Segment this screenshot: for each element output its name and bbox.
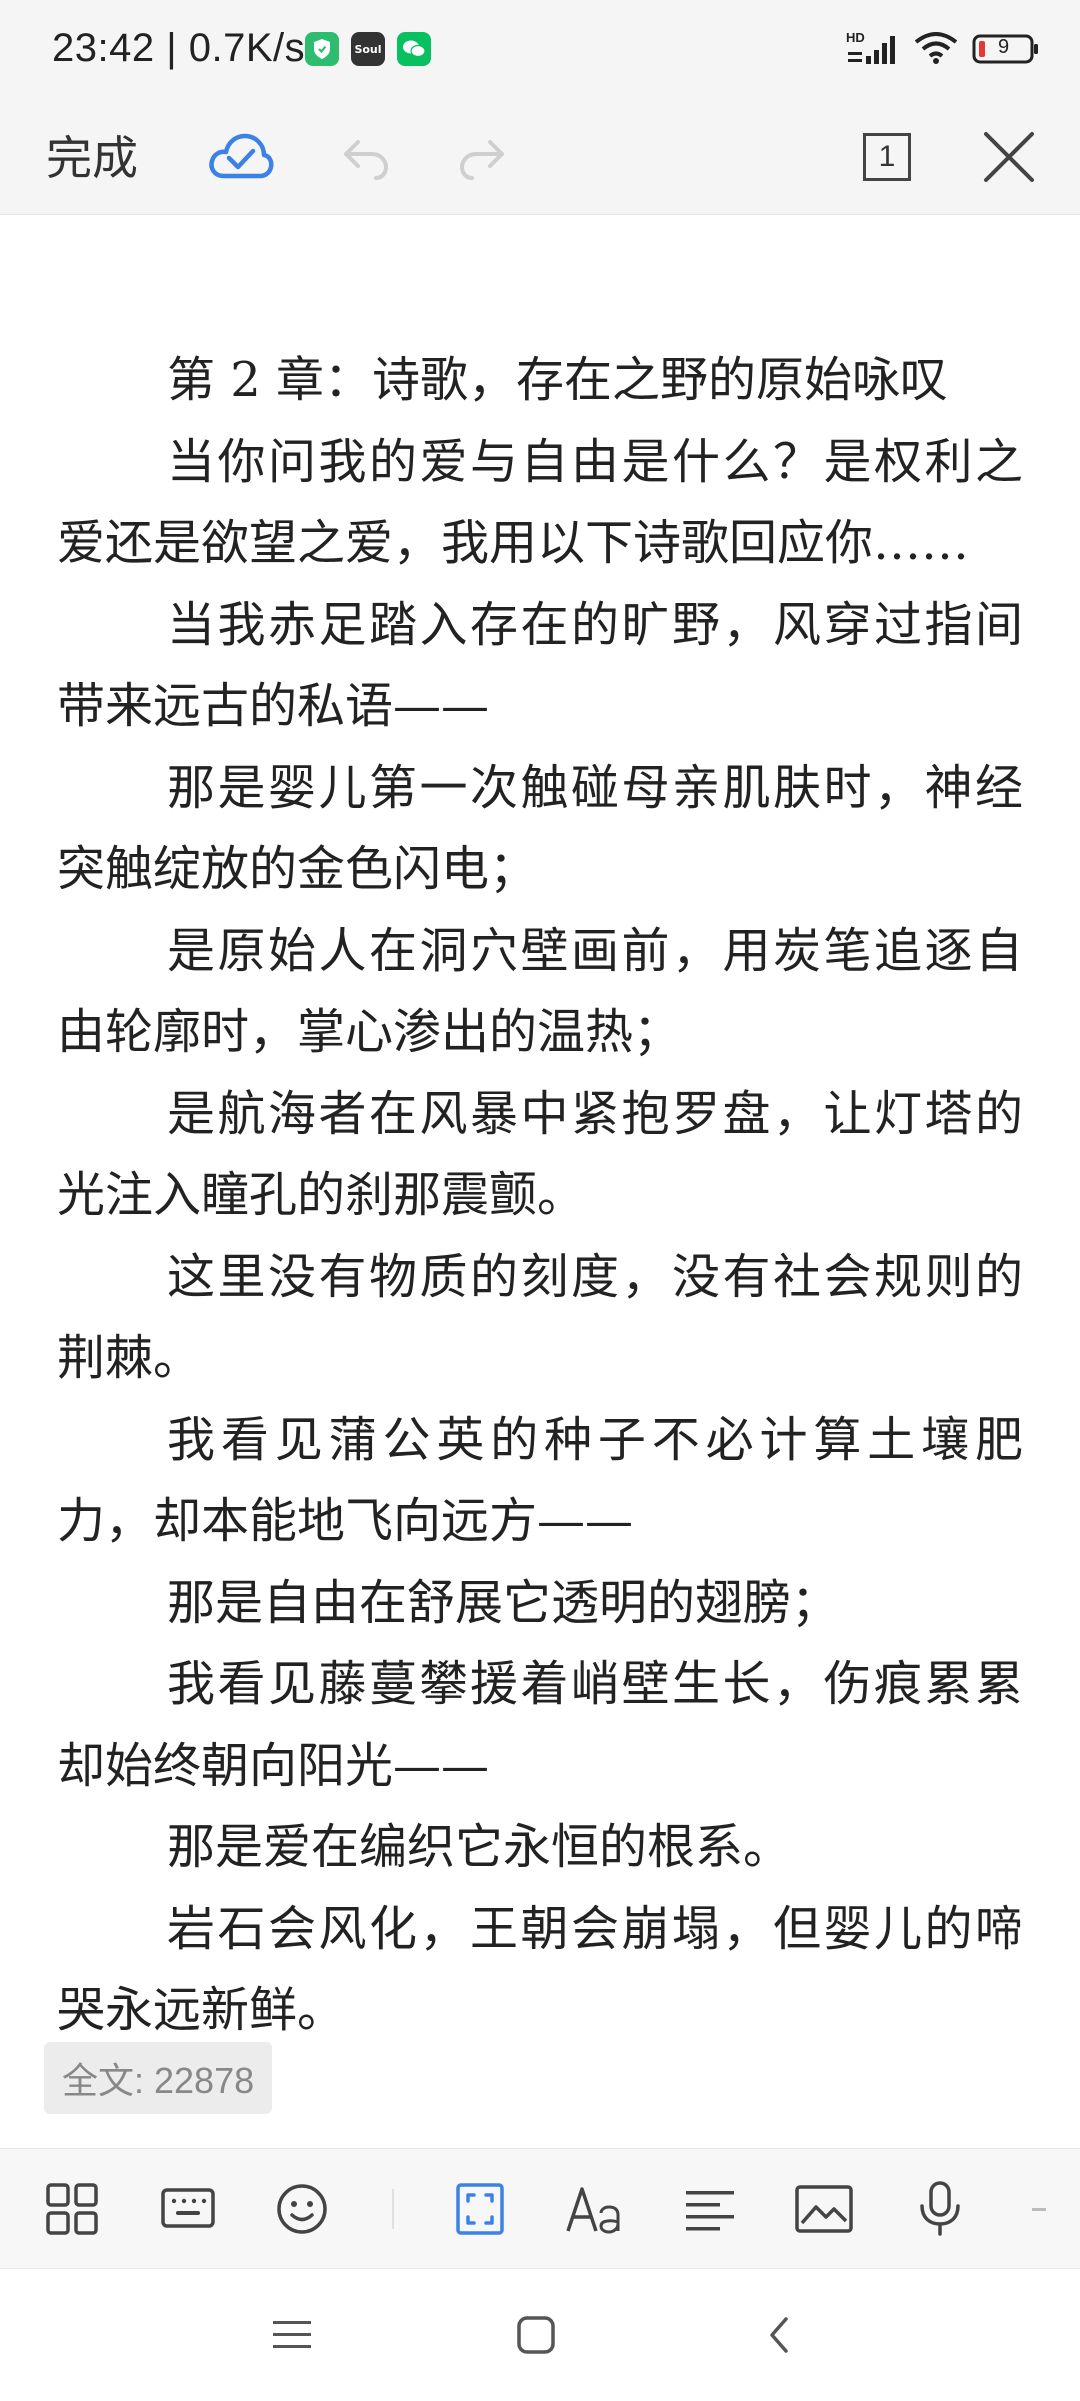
word-count-badge: 全文: 22878: [44, 2042, 273, 2114]
paragraph[interactable]: 这里没有物质的刻度，没有社会规则的荆棘。: [57, 1237, 1023, 1400]
network-speed: 0.7K/s: [188, 26, 306, 70]
paragraph[interactable]: 那是婴儿第一次触碰母亲肌肤时，神经突触绽放的金色闪电；: [57, 748, 1023, 911]
image-icon[interactable]: [792, 2177, 856, 2241]
status-right: HD 9: [846, 30, 1040, 68]
menu-icon[interactable]: [262, 2305, 322, 2365]
divider: [392, 2189, 394, 2229]
paragraph[interactable]: 我看见蒲公英的种子不必计算土壤肥力，却本能地飞向远方——: [57, 1400, 1023, 1563]
more-icon[interactable]: [1020, 2177, 1060, 2241]
paragraph[interactable]: 我看见藤蔓攀援着峭壁生长，伤痕累累却始终朝向阳光——: [57, 1644, 1023, 1807]
back-icon[interactable]: [750, 2305, 810, 2365]
shield-app-icon: [305, 32, 339, 66]
page-count: 1: [863, 133, 911, 181]
paragraph[interactable]: 当我赤足踏入存在的旷野，风穿过指间带来远古的私语——: [57, 585, 1023, 748]
wifi-icon: [914, 30, 958, 68]
signal-icon: HD: [846, 30, 900, 66]
format-toolbar: [0, 2148, 1080, 2269]
undo-icon[interactable]: [330, 122, 400, 192]
soul-app-icon: Soul: [351, 32, 385, 66]
navigation-bar: [0, 2268, 1080, 2401]
keyboard-icon[interactable]: [156, 2177, 220, 2241]
microphone-icon[interactable]: [908, 2177, 972, 2241]
paragraph[interactable]: 是航海者在风暴中紧抱罗盘，让灯塔的光注入瞳孔的刹那震颤。: [57, 1074, 1023, 1237]
editor-toolbar: 完成 1: [0, 104, 1080, 215]
wechat-app-icon: [397, 32, 431, 66]
apps-icon[interactable]: [40, 2177, 104, 2241]
emoji-icon[interactable]: [270, 2177, 334, 2241]
paragraph[interactable]: 那是自由在舒展它透明的翅膀；: [57, 1563, 1023, 1645]
redo-icon[interactable]: [448, 122, 518, 192]
notification-icons: Soul: [305, 32, 431, 66]
page-count-button[interactable]: 1: [852, 122, 922, 192]
close-icon[interactable]: [974, 122, 1044, 192]
font-icon[interactable]: [562, 2177, 626, 2241]
align-icon[interactable]: [678, 2177, 742, 2241]
cloud-saved-icon[interactable]: [206, 122, 276, 192]
paragraph[interactable]: 第 2 章：诗歌，存在之野的原始咏叹: [57, 340, 1023, 422]
separator: |: [166, 26, 189, 70]
status-time: 23:42 | 0.7K/s: [52, 26, 305, 71]
fullscreen-icon[interactable]: [448, 2177, 512, 2241]
home-icon[interactable]: [506, 2305, 566, 2365]
done-button[interactable]: 完成: [46, 122, 138, 188]
paragraph[interactable]: 是原始人在洞穴壁画前，用炭笔追逐自由轮廓时，掌心渗出的温热；: [57, 911, 1023, 1074]
battery-icon: 9: [972, 33, 1040, 65]
document-content[interactable]: 第 2 章：诗歌，存在之野的原始咏叹 当你问我的爱与自由是什么？是权利之爱还是欲…: [57, 340, 1023, 2052]
status-bar: 23:42 | 0.7K/s Soul HD 9: [0, 0, 1080, 104]
paragraph[interactable]: 岩石会风化，王朝会崩塌，但婴儿的啼哭永远新鲜。: [57, 1889, 1023, 2052]
paragraph[interactable]: 当你问我的爱与自由是什么？是权利之爱还是欲望之爱，我用以下诗歌回应你……: [57, 422, 1023, 585]
paragraph[interactable]: 那是爱在编织它永恒的根系。: [57, 1807, 1023, 1889]
clock: 23:42: [52, 26, 155, 70]
